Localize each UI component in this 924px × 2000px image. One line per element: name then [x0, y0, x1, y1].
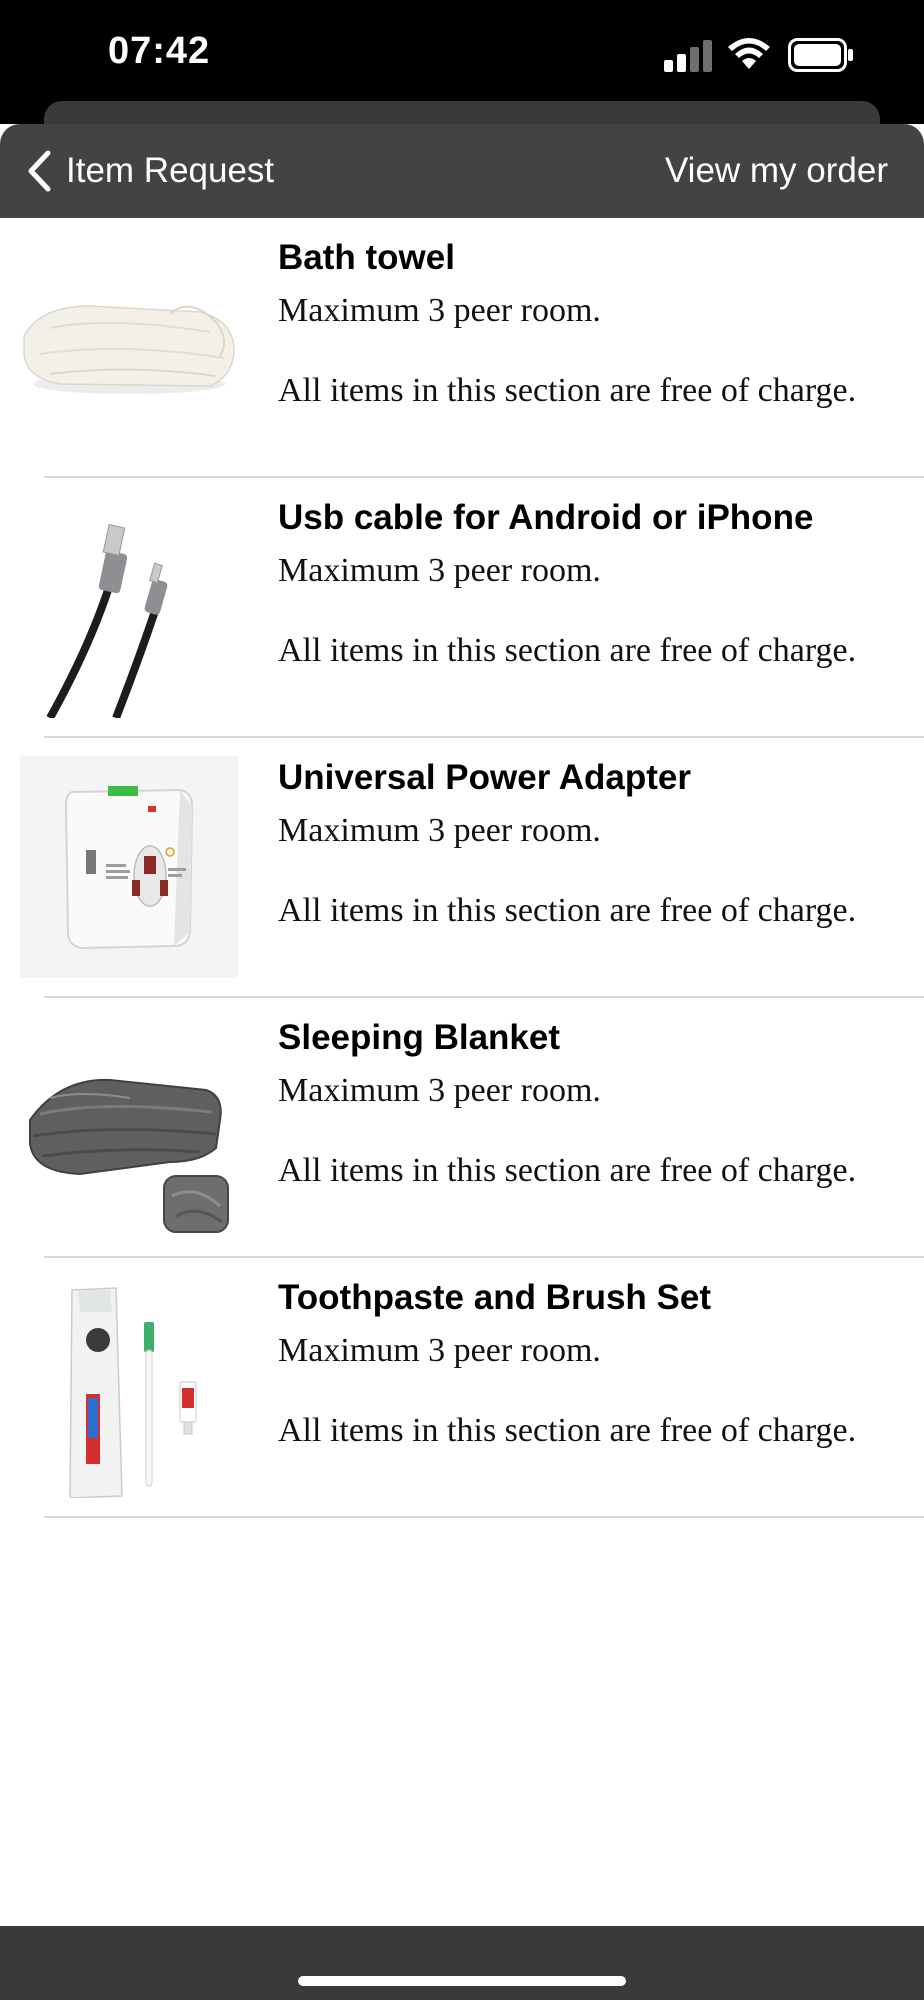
toothbrush-set-image	[20, 1276, 238, 1499]
item-title: Universal Power Adapter	[278, 758, 692, 797]
list-item-power-adapter[interactable]: Universal Power Adapter Maximum 3 peer r…	[0, 738, 924, 998]
bath-towel-image	[20, 236, 238, 458]
power-adapter-image	[20, 756, 238, 978]
item-note: All items in this section are free of ch…	[278, 632, 857, 669]
item-title: Bath towel	[278, 238, 455, 277]
nav-bar: Item Request View my order	[0, 124, 924, 218]
item-limit: Maximum 3 peer room.	[278, 1332, 601, 1369]
chevron-left-icon	[28, 150, 51, 192]
item-note: All items in this section are free of ch…	[278, 1412, 857, 1449]
item-title: Usb cable for Android or iPhone	[278, 498, 814, 537]
item-limit: Maximum 3 peer room.	[278, 1072, 601, 1109]
back-button[interactable]: Item Request	[26, 142, 274, 200]
item-list: Bath towel Maximum 3 peer room. All item…	[0, 218, 924, 1518]
list-item-toothbrush-set[interactable]: Toothpaste and Brush Set Maximum 3 peer …	[0, 1258, 924, 1518]
blanket-image	[20, 1016, 238, 1238]
home-indicator[interactable]	[298, 1976, 626, 1986]
item-note: All items in this section are free of ch…	[278, 372, 857, 409]
back-label: Item Request	[66, 151, 275, 190]
list-item-sleeping-blanket[interactable]: Sleeping Blanket Maximum 3 peer room. Al…	[0, 998, 924, 1258]
item-note: All items in this section are free of ch…	[278, 892, 857, 929]
wifi-icon	[726, 36, 772, 72]
item-limit: Maximum 3 peer room.	[278, 812, 601, 849]
item-note: All items in this section are free of ch…	[278, 1152, 857, 1189]
item-title: Toothpaste and Brush Set	[278, 1278, 711, 1317]
usb-cable-image	[20, 496, 238, 720]
divider	[44, 1516, 924, 1518]
battery-icon	[788, 38, 854, 72]
item-title: Sleeping Blanket	[278, 1018, 561, 1057]
home-indicator-area	[0, 1926, 924, 2000]
list-item-usb-cable[interactable]: Usb cable for Android or iPhone Maximum …	[0, 478, 924, 738]
signal-icon	[664, 38, 712, 72]
item-limit: Maximum 3 peer room.	[278, 292, 601, 329]
status-time: 07:42	[108, 30, 211, 72]
view-order-button[interactable]: View my order	[665, 142, 888, 200]
list-item-bath-towel[interactable]: Bath towel Maximum 3 peer room. All item…	[0, 218, 924, 478]
item-limit: Maximum 3 peer room.	[278, 552, 601, 589]
